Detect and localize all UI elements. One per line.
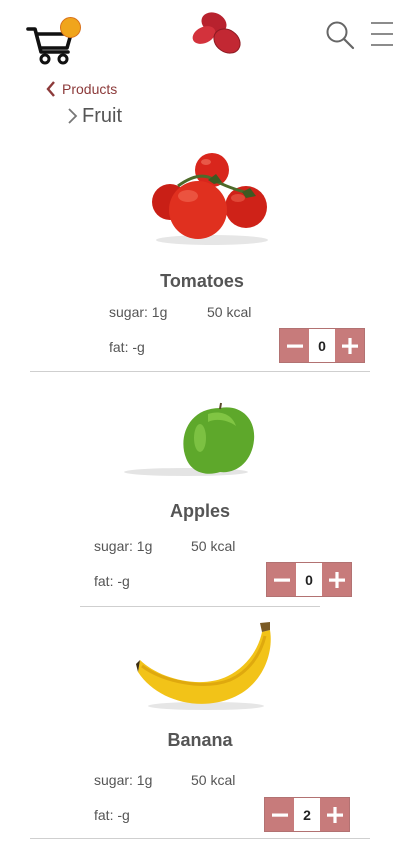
cart-button[interactable] — [26, 16, 82, 68]
search-icon — [326, 21, 355, 50]
plus-icon — [326, 806, 343, 823]
product-sugar: sugar: 1g — [94, 538, 153, 554]
divider — [30, 371, 370, 372]
page-title: Fruit — [82, 104, 122, 127]
product-fat: fat: -g — [94, 807, 130, 823]
increment-button[interactable] — [320, 798, 349, 831]
increment-button[interactable] — [335, 329, 364, 362]
menu-button[interactable] — [369, 21, 395, 47]
minus-icon — [286, 344, 303, 348]
decrement-button[interactable] — [265, 798, 294, 831]
product-fat: fat: -g — [94, 573, 130, 589]
cart-badge — [60, 17, 81, 38]
logo[interactable] — [189, 9, 245, 59]
product-name: Banana — [167, 730, 233, 750]
plus-icon — [328, 571, 345, 588]
product-name: Tomatoes — [160, 271, 244, 291]
breadcrumb-current: Fruit — [66, 103, 122, 129]
chevron-left-icon — [46, 81, 55, 97]
decrement-button[interactable] — [280, 329, 309, 362]
quantity-stepper: 2 — [264, 797, 350, 832]
product-fat: fat: -g — [109, 339, 145, 355]
breadcrumb-back-label: Products — [62, 81, 118, 97]
product-sugar: sugar: 1g — [94, 772, 153, 788]
quantity-stepper: 0 — [279, 328, 365, 363]
decrement-button[interactable] — [267, 563, 296, 596]
increment-button[interactable] — [322, 563, 351, 596]
apple-image[interactable] — [116, 400, 266, 480]
quantity-stepper: 0 — [266, 562, 352, 597]
beans-logo-icon — [192, 12, 241, 54]
quantity-value[interactable]: 0 — [296, 563, 322, 596]
divider — [30, 838, 370, 839]
search-button[interactable] — [325, 20, 355, 50]
hamburger-menu-icon — [371, 22, 393, 46]
minus-icon — [273, 578, 290, 582]
breadcrumb-back-link[interactable]: Products — [46, 79, 117, 99]
quantity-value[interactable]: 2 — [294, 798, 320, 831]
product-kcal: 50 kcal — [207, 304, 252, 320]
product-kcal: 50 kcal — [191, 538, 236, 554]
product-kcal: 50 kcal — [191, 772, 236, 788]
banana-image[interactable] — [134, 620, 274, 712]
product-name: Apples — [169, 501, 230, 521]
plus-icon — [341, 337, 358, 354]
tomatoes-image[interactable] — [148, 150, 272, 250]
chevron-right-icon — [68, 108, 78, 124]
quantity-value[interactable]: 0 — [309, 329, 335, 362]
divider — [80, 606, 320, 607]
product-sugar: sugar: 1g — [109, 304, 168, 320]
minus-icon — [271, 813, 288, 817]
